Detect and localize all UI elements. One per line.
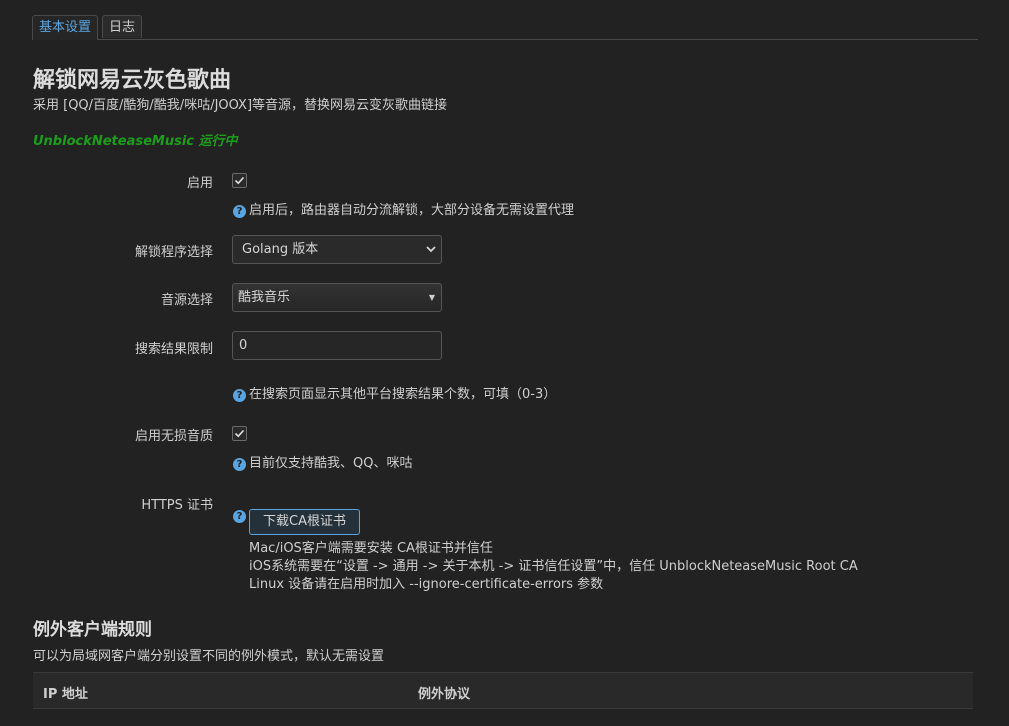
https-cert-label: HTTPS 证书 <box>141 498 213 513</box>
lossless-label: 启用无损音质 <box>134 429 213 444</box>
lossless-help: ? 目前仅支持酷我、QQ、咪咕 <box>233 452 412 471</box>
enable-help-text: 启用后，路由器自动分流解锁，大部分设备无需设置代理 <box>249 203 575 218</box>
column-header-ip: IP 地址 <box>43 687 88 702</box>
checkmark-icon <box>234 429 245 438</box>
program-select[interactable]: Golang 版本 <box>232 235 442 264</box>
download-ca-button[interactable]: 下载CA根证书 <box>249 509 360 535</box>
tab-log[interactable]: 日志 <box>102 15 143 38</box>
page-title: 解锁网易云灰色歌曲 <box>33 68 232 93</box>
search-limit-help-text: 在搜索页面显示其他平台搜索结果个数，可填（0-3） <box>249 387 557 402</box>
service-status: UnblockNeteaseMusic 运行中 <box>33 134 238 149</box>
tab-bar: 基本设置 日志 <box>32 15 978 40</box>
program-select-value: Golang 版本 <box>242 242 319 257</box>
section-description: 可以为局域网客户端分别设置不同的例外模式，默认无需设置 <box>33 649 385 664</box>
question-circle-icon: ? <box>233 205 246 218</box>
table-header: IP 地址 例外协议 <box>33 672 973 709</box>
cert-info-line: Mac/iOS客户端需要安装 CA根证书并信任 <box>249 541 493 556</box>
search-limit-help: ? 在搜索页面显示其他平台搜索结果个数，可填（0-3） <box>233 383 556 402</box>
lossless-help-text: 目前仅支持酷我、QQ、咪咕 <box>249 456 413 471</box>
search-limit-label: 搜索结果限制 <box>134 342 213 357</box>
enable-label: 启用 <box>186 176 213 191</box>
source-select-value: 酷我音乐 <box>238 290 291 305</box>
program-label: 解锁程序选择 <box>134 245 213 260</box>
lossless-checkbox[interactable] <box>232 426 247 441</box>
chevron-down-icon <box>425 236 437 273</box>
source-label: 音源选择 <box>160 293 213 308</box>
source-select[interactable]: 酷我音乐 ▼ <box>232 283 442 312</box>
checkmark-icon <box>234 176 245 185</box>
question-circle-icon: ? <box>233 458 246 471</box>
enable-checkbox[interactable] <box>232 173 247 188</box>
cert-info-line: iOS系统需要在“设置 -> 通用 -> 关于本机 -> 证书信任设置”中，信任… <box>249 559 858 574</box>
search-limit-input[interactable]: 0 <box>232 331 442 360</box>
column-header-protocol: 例外协议 <box>418 687 471 702</box>
section-title: 例外客户端规则 <box>33 620 152 640</box>
tab-basic-settings[interactable]: 基本设置 <box>32 15 99 40</box>
page: 基本设置 日志 解锁网易云灰色歌曲 采用 [QQ/百度/酷狗/酷我/咪咕/JOO… <box>0 0 1009 726</box>
question-circle-icon: ? <box>233 510 246 523</box>
https-cert-help-icon-wrap: ? <box>233 508 249 523</box>
question-circle-icon: ? <box>233 389 246 402</box>
dropdown-triangle-icon: ▼ <box>428 293 435 302</box>
cert-info-line: Linux 设备请在启用时加入 --ignore-certificate-err… <box>249 577 604 592</box>
page-subtitle: 采用 [QQ/百度/酷狗/酷我/咪咕/JOOX]等音源，替换网易云变灰歌曲链接 <box>33 98 448 113</box>
enable-help: ? 启用后，路由器自动分流解锁，大部分设备无需设置代理 <box>233 199 574 218</box>
